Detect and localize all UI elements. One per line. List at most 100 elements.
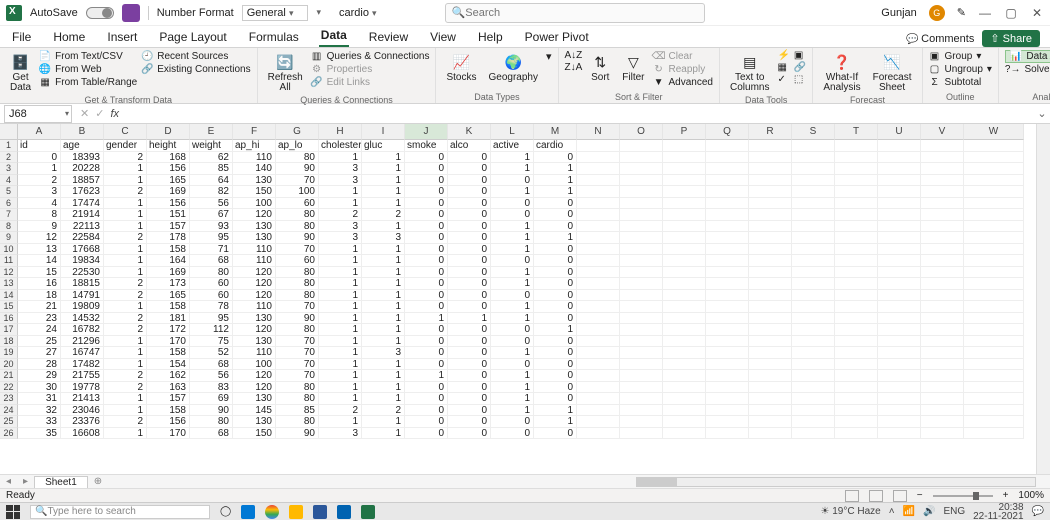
cell[interactable]: ap_hi xyxy=(233,140,276,152)
cell[interactable]: 2 xyxy=(362,209,405,221)
cell[interactable] xyxy=(749,232,792,244)
cell[interactable]: 0 xyxy=(448,301,491,313)
autosave-toggle[interactable] xyxy=(86,7,114,19)
cell[interactable] xyxy=(921,198,964,210)
cell[interactable] xyxy=(878,152,921,164)
subtotal-button[interactable]: ΣSubtotal xyxy=(929,76,992,88)
cell[interactable]: 17474 xyxy=(61,198,104,210)
cell[interactable] xyxy=(620,347,663,359)
from-web[interactable]: 🌐From Web xyxy=(39,63,137,75)
cell[interactable]: 1 xyxy=(362,313,405,325)
cell[interactable] xyxy=(620,416,663,428)
cell[interactable]: 0 xyxy=(534,393,577,405)
excel-taskbar-icon[interactable] xyxy=(361,505,375,519)
cell[interactable] xyxy=(835,267,878,279)
cell[interactable] xyxy=(620,313,663,325)
cell[interactable] xyxy=(964,140,1024,152)
cell[interactable]: 82 xyxy=(190,186,233,198)
cell[interactable] xyxy=(749,393,792,405)
cell[interactable] xyxy=(835,290,878,302)
cell[interactable]: 0 xyxy=(405,278,448,290)
cell[interactable] xyxy=(663,301,706,313)
cell[interactable]: 1 xyxy=(491,163,534,175)
cell[interactable]: 2 xyxy=(319,209,362,221)
cell[interactable]: 0 xyxy=(534,370,577,382)
cell[interactable]: 0 xyxy=(405,382,448,394)
cell[interactable]: 93 xyxy=(190,221,233,233)
minimize-button[interactable]: — xyxy=(978,6,992,20)
comments-button[interactable]: Comments xyxy=(906,33,974,45)
cell[interactable]: 0 xyxy=(448,324,491,336)
cell[interactable] xyxy=(921,267,964,279)
cell[interactable] xyxy=(792,347,835,359)
cell[interactable] xyxy=(577,301,620,313)
cell[interactable]: 20228 xyxy=(61,163,104,175)
weather-widget[interactable]: ☀ 19°C Haze xyxy=(820,506,880,517)
cell[interactable] xyxy=(577,382,620,394)
cell[interactable]: 95 xyxy=(190,313,233,325)
cell[interactable]: 80 xyxy=(276,416,319,428)
row-header[interactable]: 24 xyxy=(0,405,18,417)
cell[interactable] xyxy=(620,255,663,267)
from-table-range[interactable]: ▦From Table/Range xyxy=(39,76,137,88)
cell[interactable]: 1 xyxy=(491,278,534,290)
cell[interactable] xyxy=(792,163,835,175)
cell[interactable]: 0 xyxy=(18,152,61,164)
cell[interactable]: 0 xyxy=(448,278,491,290)
cell[interactable]: 1 xyxy=(362,244,405,256)
cell[interactable] xyxy=(749,267,792,279)
cell[interactable] xyxy=(792,313,835,325)
cell[interactable] xyxy=(620,198,663,210)
recent-sources[interactable]: 🕘Recent Sources xyxy=(141,50,250,62)
close-button[interactable]: ✕ xyxy=(1030,6,1044,20)
tab-file[interactable]: File xyxy=(10,30,33,47)
cell[interactable] xyxy=(749,313,792,325)
cell[interactable] xyxy=(663,175,706,187)
row-header[interactable]: 1 xyxy=(0,140,18,152)
cell[interactable] xyxy=(577,405,620,417)
cell[interactable]: 21914 xyxy=(61,209,104,221)
cell[interactable]: 2 xyxy=(18,175,61,187)
queries-connections[interactable]: ▥Queries & Connections xyxy=(311,50,430,62)
cell[interactable] xyxy=(792,244,835,256)
cell[interactable] xyxy=(878,393,921,405)
cell[interactable]: 0 xyxy=(405,175,448,187)
cell[interactable]: 14 xyxy=(18,255,61,267)
cell[interactable] xyxy=(921,244,964,256)
cell[interactable] xyxy=(706,152,749,164)
cell[interactable]: 0 xyxy=(491,359,534,371)
cell[interactable] xyxy=(663,370,706,382)
cell[interactable] xyxy=(835,324,878,336)
cell[interactable] xyxy=(878,405,921,417)
cell[interactable] xyxy=(663,244,706,256)
cell[interactable]: 1 xyxy=(319,290,362,302)
share-button[interactable]: ⇧ Share xyxy=(982,30,1040,47)
cell[interactable] xyxy=(663,336,706,348)
cell[interactable] xyxy=(620,382,663,394)
cell[interactable]: 157 xyxy=(147,221,190,233)
notifications-icon[interactable]: 💬 xyxy=(1032,506,1044,517)
cell[interactable]: 0 xyxy=(405,232,448,244)
cell[interactable]: 27 xyxy=(18,347,61,359)
tab-view[interactable]: View xyxy=(428,30,458,47)
cell[interactable] xyxy=(921,290,964,302)
tab-insert[interactable]: Insert xyxy=(105,30,139,47)
cell[interactable]: 0 xyxy=(448,221,491,233)
cell[interactable] xyxy=(921,359,964,371)
cell[interactable]: 69 xyxy=(190,393,233,405)
cell[interactable]: 0 xyxy=(448,393,491,405)
cell[interactable]: 1 xyxy=(104,175,147,187)
cell[interactable] xyxy=(792,140,835,152)
cell[interactable] xyxy=(964,175,1024,187)
cell[interactable] xyxy=(921,232,964,244)
cell[interactable]: 1 xyxy=(362,221,405,233)
taskbar-app-icon[interactable] xyxy=(241,505,255,519)
row-header[interactable]: 23 xyxy=(0,393,18,405)
cell[interactable] xyxy=(835,221,878,233)
cell[interactable]: 18857 xyxy=(61,175,104,187)
cell[interactable] xyxy=(878,290,921,302)
cell[interactable]: 156 xyxy=(147,163,190,175)
horizontal-scrollbar[interactable] xyxy=(636,477,1036,487)
cell[interactable]: 157 xyxy=(147,393,190,405)
cell[interactable] xyxy=(835,301,878,313)
